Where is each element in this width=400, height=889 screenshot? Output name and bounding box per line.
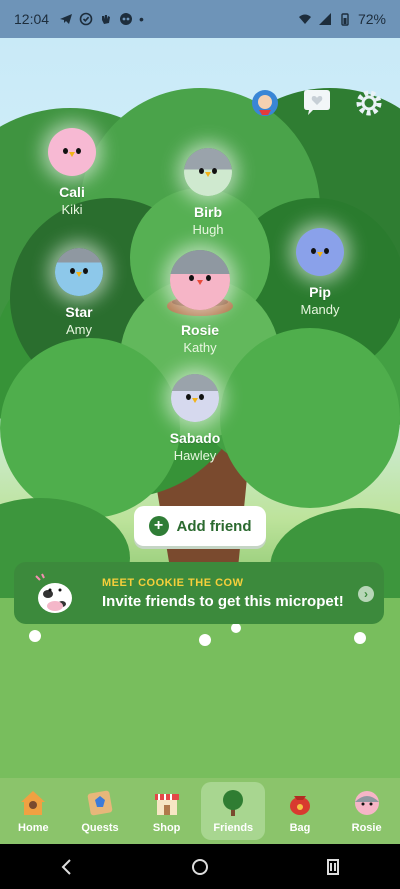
telegram-icon	[60, 14, 73, 24]
promo-message: Invite friends to get this micropet!	[102, 592, 344, 610]
tree-icon	[223, 790, 244, 816]
bird-icon	[55, 248, 103, 296]
quest-map-icon	[87, 790, 113, 816]
pet-owner: Kathy	[183, 340, 217, 355]
pet-pip[interactable]: Pip Mandy	[265, 228, 375, 317]
bird-icon	[171, 374, 219, 422]
pet-avatar-icon	[354, 791, 379, 815]
gear-icon	[356, 90, 382, 116]
tab-label: Friends	[213, 822, 254, 834]
pet-birb[interactable]: Birb Hugh	[153, 148, 263, 237]
status-bar: 12:04 • 72%	[0, 0, 400, 38]
plus-icon: +	[148, 516, 169, 536]
tab-label: Shop	[152, 822, 181, 834]
app-icon	[120, 13, 133, 25]
hand-icon	[102, 15, 111, 24]
tab-bag[interactable]: Bag	[268, 782, 332, 840]
tab-rosie[interactable]: Rosie	[335, 782, 399, 840]
bag-icon	[289, 796, 310, 815]
tab-label: Rosie	[351, 822, 382, 834]
more-dot: •	[139, 11, 144, 27]
tab-quests[interactable]: Quests	[68, 782, 132, 840]
friends-tree-scene: Cali Kiki Birb Hugh Star Amy Rosie Kathy…	[0, 38, 400, 778]
tab-shop[interactable]: Shop	[135, 782, 199, 840]
pet-star[interactable]: Star Amy	[24, 248, 134, 337]
pet-name: Cali	[59, 184, 85, 200]
tab-label: Bag	[289, 822, 311, 834]
avatar-icon	[252, 90, 278, 116]
pet-name: Pip	[309, 284, 331, 300]
recents-icon[interactable]	[323, 857, 343, 877]
tab-label: Quests	[81, 822, 119, 834]
system-nav-bar	[0, 844, 400, 889]
add-friend-label: Add friend	[176, 517, 252, 535]
bird-icon	[184, 148, 232, 196]
pet-name: Birb	[194, 204, 222, 220]
shop-icon	[154, 794, 179, 815]
notification-icons: •	[59, 11, 144, 27]
pet-owner: Kiki	[61, 202, 83, 217]
tab-friends[interactable]: Friends	[201, 782, 266, 840]
signal-icon	[318, 13, 331, 25]
pet-rosie[interactable]: Rosie Kathy	[145, 250, 255, 355]
add-friend-button[interactable]: + Add friend	[134, 506, 266, 546]
pet-owner: Mandy	[300, 302, 340, 317]
cow-icon	[35, 573, 72, 613]
pet-name: Sabado	[169, 430, 221, 446]
bird-icon	[296, 228, 344, 276]
top-actions	[248, 86, 386, 120]
profile-avatar-button[interactable]	[248, 86, 282, 120]
pet-sabado[interactable]: Sabado Hawley	[140, 374, 250, 463]
pet-cali[interactable]: Cali Kiki	[17, 128, 127, 217]
wifi-icon	[298, 14, 311, 24]
battery-icon	[341, 13, 349, 26]
bird-icon	[48, 128, 96, 176]
house-icon	[21, 791, 46, 815]
status-time: 12:04	[14, 11, 50, 27]
messages-button[interactable]	[300, 86, 334, 120]
chevron-right-icon: ›	[358, 586, 374, 602]
tab-home[interactable]: Home	[1, 782, 65, 840]
check-circle-icon	[79, 12, 93, 26]
pet-name: Rosie	[180, 322, 220, 338]
pet-owner: Hawley	[173, 448, 217, 463]
invite-promo-banner[interactable]: MEET COOKIE THE COW Invite friends to ge…	[14, 562, 384, 624]
pet-owner: Amy	[66, 322, 92, 337]
bottom-tab-bar: Home Quests Shop Friends Bag Rosie	[0, 778, 400, 844]
pet-owner: Hugh	[192, 222, 224, 237]
back-icon[interactable]	[57, 857, 77, 877]
heart-chat-icon	[304, 90, 330, 115]
promo-title: MEET COOKIE THE COW	[102, 576, 244, 589]
tab-label: Home	[18, 822, 49, 834]
battery-percent: 72%	[357, 11, 386, 27]
pet-name: Star	[65, 304, 93, 320]
home-circle-icon[interactable]	[190, 857, 210, 877]
bird-icon	[170, 250, 230, 310]
settings-button[interactable]	[352, 86, 386, 120]
